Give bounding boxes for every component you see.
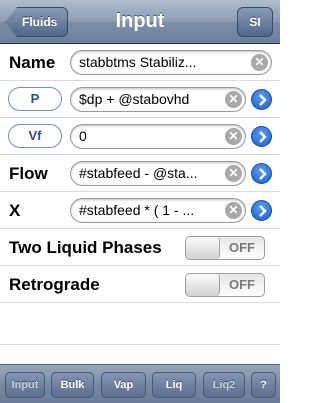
retrograde-label: Retrograde <box>9 275 100 294</box>
name-row: Name stabbtms Stabiliz... ✕ <box>0 44 280 81</box>
vf-value: 0 <box>79 128 87 144</box>
name-field[interactable]: stabbtms Stabiliz... ✕ <box>70 50 272 75</box>
chevron-right-disclosure-icon[interactable] <box>251 200 272 221</box>
two-liquid-phases-row: Two Liquid Phases OFF <box>0 229 280 266</box>
tab-input[interactable]: Input <box>5 372 45 398</box>
two-liquid-phases-label: Two Liquid Phases <box>9 238 162 257</box>
vf-field[interactable]: 0 ✕ <box>70 124 246 149</box>
navigation-bar: Fluids Input SI <box>0 0 280 44</box>
retrograde-toggle[interactable]: OFF <box>185 273 265 297</box>
tab-help[interactable]: ? <box>251 372 276 398</box>
p-row: P $dp + @stabovhd ✕ <box>0 81 280 118</box>
tab-liq2[interactable]: Liq2 <box>203 372 245 398</box>
flow-value: #stabfeed - @sta... <box>79 165 198 181</box>
x-label: X <box>9 201 21 220</box>
p-field[interactable]: $dp + @stabovhd ✕ <box>70 87 246 112</box>
vf-button[interactable]: Vf <box>8 124 62 148</box>
toggle-knob <box>186 237 220 259</box>
clear-x-icon[interactable]: ✕ <box>225 165 242 182</box>
clear-x-icon[interactable]: ✕ <box>225 202 242 219</box>
empty-row <box>0 303 280 345</box>
clear-x-icon[interactable]: ✕ <box>225 128 242 145</box>
units-button[interactable]: SI <box>237 7 273 37</box>
clear-x-icon[interactable]: ✕ <box>251 54 268 71</box>
chevron-right-disclosure-icon[interactable] <box>251 89 272 110</box>
tab-liq[interactable]: Liq <box>152 372 196 398</box>
vf-row: Vf 0 ✕ <box>0 118 280 155</box>
flow-field[interactable]: #stabfeed - @sta... ✕ <box>70 161 246 186</box>
two-liquid-phases-toggle[interactable]: OFF <box>185 236 265 260</box>
tab-bulk[interactable]: Bulk <box>51 372 94 398</box>
x-field[interactable]: #stabfeed * ( 1 - ... ✕ <box>70 198 246 223</box>
flow-row: Flow #stabfeed - @sta... ✕ <box>0 155 280 192</box>
tab-bar: Input Bulk Vap Liq Liq2 ? <box>0 364 280 403</box>
x-value: #stabfeed * ( 1 - ... <box>79 202 195 218</box>
chevron-right-disclosure-icon[interactable] <box>251 126 272 147</box>
toggle-state: OFF <box>229 277 255 292</box>
chevron-right-disclosure-icon[interactable] <box>251 163 272 184</box>
clear-x-icon[interactable]: ✕ <box>225 91 242 108</box>
p-value: $dp + @stabovhd <box>79 91 190 107</box>
flow-label: Flow <box>9 164 48 183</box>
p-button[interactable]: P <box>8 87 62 111</box>
name-label: Name <box>9 53 56 72</box>
toggle-state: OFF <box>229 240 255 255</box>
name-value: stabbtms Stabiliz... <box>79 54 197 70</box>
x-row: X #stabfeed * ( 1 - ... ✕ <box>0 192 280 229</box>
tab-vap[interactable]: Vap <box>101 372 146 398</box>
toggle-knob <box>186 274 220 296</box>
retrograde-row: Retrograde OFF <box>0 266 280 303</box>
